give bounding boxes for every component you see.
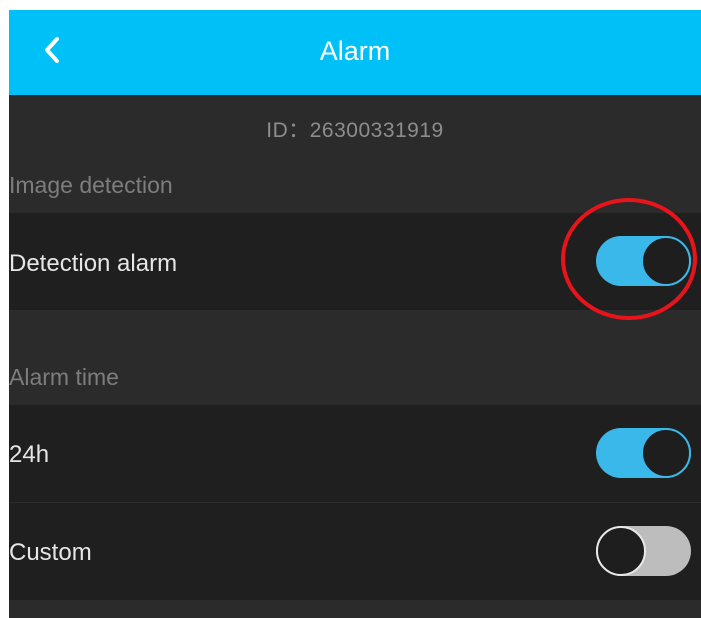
settings-row-detection-alarm: Detection alarm [9,213,701,310]
row-label-24h: 24h [9,441,50,468]
settings-row-24h: 24h [9,405,701,502]
app-header: Alarm [9,10,701,95]
section-header-alarm-time: Alarm time [9,364,119,390]
row-label-custom: Custom [9,539,92,566]
row-label-detection-alarm: Detection alarm [9,250,178,277]
toggle-knob [641,236,691,286]
alarm-settings-screen: Alarm ID：26300331919 Image detection Det… [9,10,701,618]
custom-toggle[interactable] [596,526,691,576]
page-title: Alarm [319,36,391,66]
section-header-image-detection: Image detection [9,172,173,198]
toggle-knob [641,428,691,478]
24h-toggle[interactable] [596,428,691,478]
bottom-strip [9,600,701,618]
detection-alarm-toggle[interactable] [596,236,691,286]
toggle-knob [596,526,646,576]
settings-row-custom: Custom [9,503,701,600]
device-id-label: ID：26300331919 [266,119,444,142]
